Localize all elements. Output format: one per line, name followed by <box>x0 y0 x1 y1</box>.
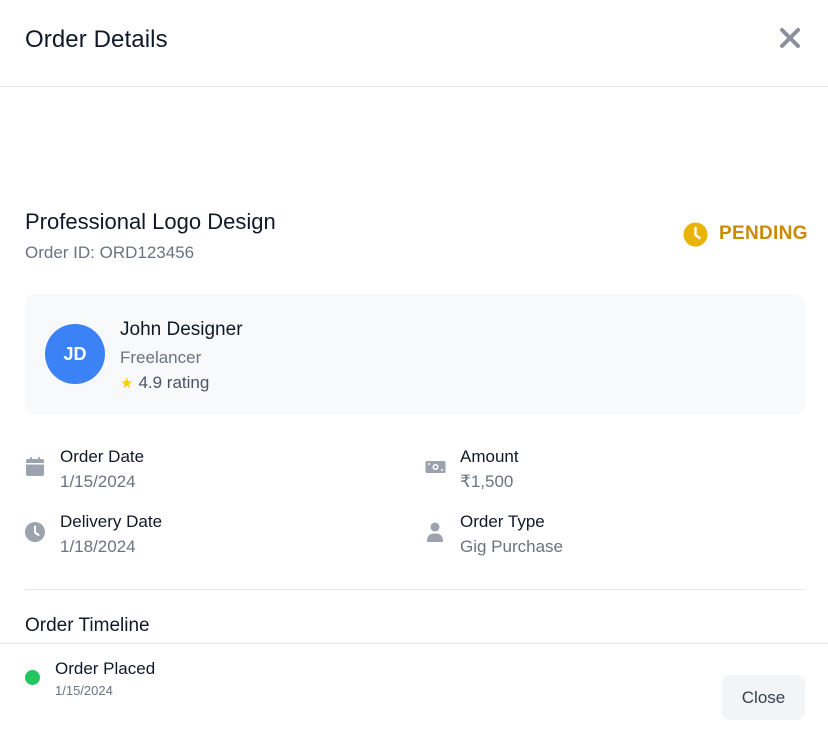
clock-icon <box>25 522 45 542</box>
star-icon: ★ <box>120 374 134 392</box>
status-text: PENDING <box>719 223 808 244</box>
seller-name: John Designer <box>120 319 243 340</box>
close-icon[interactable] <box>776 24 804 52</box>
order-type-label: Order Type <box>460 512 545 531</box>
gig-title: Professional Logo Design <box>25 209 276 234</box>
close-button[interactable]: Close <box>722 675 805 720</box>
delivery-date-label: Delivery Date <box>60 512 163 531</box>
order-date-value: 1/15/2024 <box>60 472 136 491</box>
order-details-modal: Order Details Professional Logo Design O… <box>0 0 828 738</box>
seller-role: Freelancer <box>120 348 202 367</box>
modal-header: Order Details <box>0 0 828 87</box>
status-badge: PENDING <box>683 220 808 248</box>
avatar: JD <box>45 324 105 384</box>
money-icon <box>425 461 446 473</box>
seller-rating: ★ 4.9 rating <box>120 373 209 393</box>
amount-value: ₹1,500 <box>460 472 514 491</box>
order-type-value: Gig Purchase <box>460 537 563 556</box>
timeline-title: Order Timeline <box>25 615 150 636</box>
user-icon <box>427 522 443 542</box>
modal-title: Order Details <box>25 26 168 53</box>
seller-card: JD John Designer Freelancer ★ 4.9 rating <box>25 294 805 414</box>
clock-icon <box>683 222 708 246</box>
calendar-icon <box>26 457 44 476</box>
delivery-date-value: 1/18/2024 <box>60 537 136 556</box>
divider <box>25 589 805 590</box>
modal-footer: Close <box>0 643 828 738</box>
amount-label: Amount <box>460 447 519 466</box>
rating-text: 4.9 rating <box>138 373 210 392</box>
order-date-label: Order Date <box>60 447 145 466</box>
order-id: Order ID: ORD123456 <box>25 243 195 262</box>
